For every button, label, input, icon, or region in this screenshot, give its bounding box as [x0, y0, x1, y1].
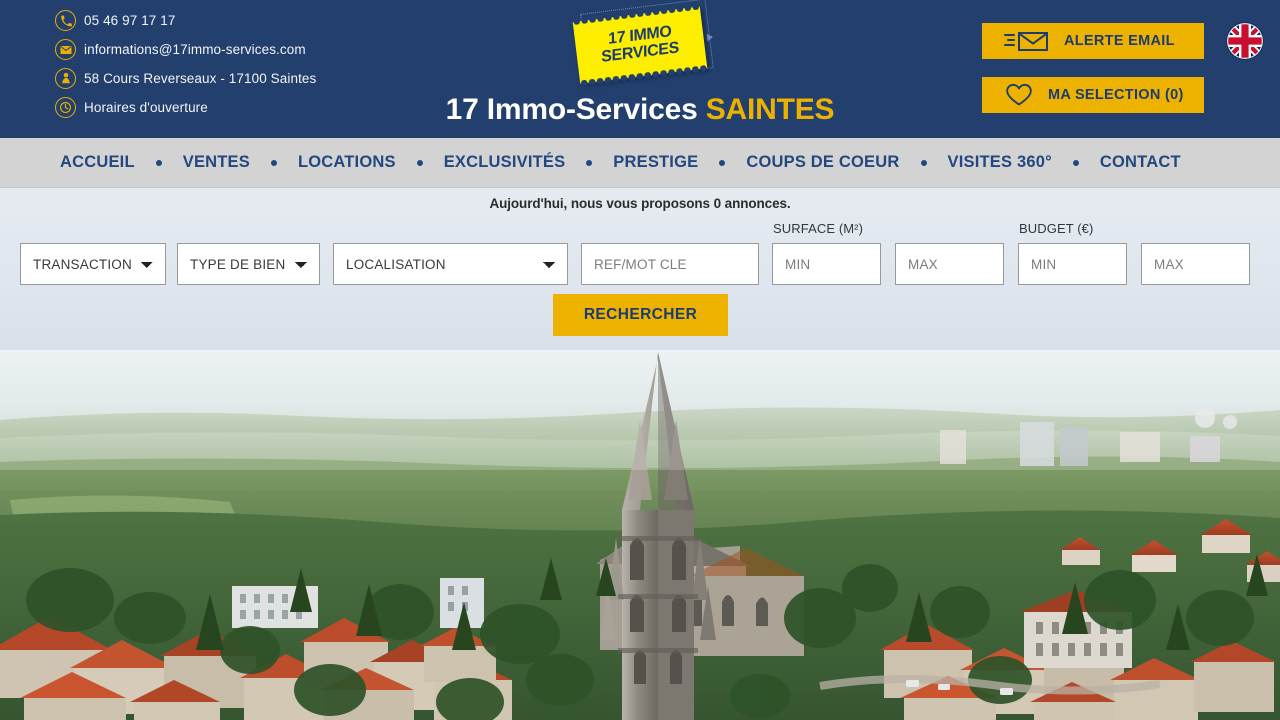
- location-field: LOCALISATION: [333, 243, 568, 285]
- page-title-main: 17 Immo-Services: [445, 93, 698, 126]
- budget-label: BUDGET (€): [1019, 221, 1094, 236]
- nav-separator-dot: [920, 159, 927, 166]
- nav-separator-dot: [270, 159, 277, 166]
- language-switcher-button[interactable]: [1226, 22, 1264, 60]
- main-navigation: ACCUEIL VENTES LOCATIONS EXCLUSIVITÉS PR…: [0, 138, 1280, 188]
- contact-email-text: informations@17immo-services.com: [84, 42, 306, 57]
- nav-separator-dot: [719, 159, 726, 166]
- budget-max-input[interactable]: [1141, 243, 1250, 285]
- contact-address[interactable]: 58 Cours Reverseaux - 17100 Saintes: [55, 68, 316, 89]
- contact-address-text: 58 Cours Reverseaux - 17100 Saintes: [84, 71, 317, 86]
- my-selection-label: MA SELECTION (0): [1048, 87, 1184, 103]
- listings-count-text: Aujourd'hui, nous vous proposons 0 annon…: [489, 196, 791, 211]
- reference-input[interactable]: [581, 243, 759, 285]
- logo-stamp-shape: 17 IMMO SERVICES: [572, 3, 708, 87]
- budget-min-input[interactable]: [1018, 243, 1127, 285]
- property-type-select[interactable]: TYPE DE BIEN: [177, 243, 320, 285]
- property-type-field: TYPE DE BIEN: [177, 243, 320, 285]
- phone-icon: [55, 10, 76, 31]
- nav-separator-dot: [1072, 159, 1079, 166]
- transaction-select[interactable]: TRANSACTION: [20, 243, 166, 285]
- header-actions: ALERTE EMAIL MA SELECTION (0): [982, 23, 1204, 113]
- nav-separator-dot: [416, 159, 423, 166]
- reference-field: [581, 243, 759, 285]
- nav-separator-dot: [155, 159, 162, 166]
- search-submit-button[interactable]: RECHERCHER: [553, 294, 728, 336]
- uk-flag-icon: [1227, 23, 1263, 59]
- contact-phone[interactable]: 05 46 97 17 17: [55, 10, 316, 31]
- contact-phone-text: 05 46 97 17 17: [84, 13, 176, 28]
- transaction-field: TRANSACTION: [20, 243, 166, 285]
- heart-icon: [1004, 83, 1034, 107]
- nav-separator-dot: [586, 159, 593, 166]
- my-selection-button[interactable]: MA SELECTION (0): [982, 77, 1204, 113]
- map-pin-icon: [55, 68, 76, 89]
- surface-max-field: [895, 243, 1004, 285]
- budget-min-field: BUDGET (€): [1018, 221, 1127, 285]
- surface-label: SURFACE (M²): [773, 221, 864, 236]
- email-alert-label: ALERTE EMAIL: [1064, 33, 1175, 49]
- hero-aerial-illustration: [0, 350, 1280, 720]
- nav-item-accueil[interactable]: ACCUEIL: [60, 153, 135, 172]
- nav-item-visites-360[interactable]: VISITES 360°: [948, 153, 1052, 172]
- surface-max-input[interactable]: [895, 243, 1004, 285]
- contact-email[interactable]: informations@17immo-services.com: [55, 39, 316, 60]
- nav-item-ventes[interactable]: VENTES: [183, 153, 250, 172]
- nav-item-locations[interactable]: LOCATIONS: [298, 153, 396, 172]
- location-select[interactable]: LOCALISATION: [333, 243, 568, 285]
- logo-arrow-icon: [706, 32, 714, 42]
- site-header: 05 46 97 17 17 informations@17immo-servi…: [0, 0, 1280, 138]
- email-alert-icon: [1004, 29, 1050, 53]
- surface-min-input[interactable]: [772, 243, 881, 285]
- page-title-accent: SAINTES: [705, 93, 835, 126]
- budget-max-field: [1141, 243, 1250, 285]
- nav-item-coups-de-coeur[interactable]: COUPS DE COEUR: [746, 153, 899, 172]
- site-logo[interactable]: 17 IMMO SERVICES: [568, 0, 714, 90]
- nav-item-exclusivites[interactable]: EXCLUSIVITÉS: [444, 153, 566, 172]
- search-fields: TRANSACTION TYPE DE BIEN LOCALISATION SU…: [0, 221, 1280, 285]
- nav-item-prestige[interactable]: PRESTIGE: [613, 153, 698, 172]
- nav-item-contact[interactable]: CONTACT: [1100, 153, 1181, 172]
- hero-image: [0, 350, 1280, 720]
- envelope-icon: [55, 39, 76, 60]
- surface-min-field: SURFACE (M²): [772, 221, 881, 285]
- email-alert-button[interactable]: ALERTE EMAIL: [982, 23, 1204, 59]
